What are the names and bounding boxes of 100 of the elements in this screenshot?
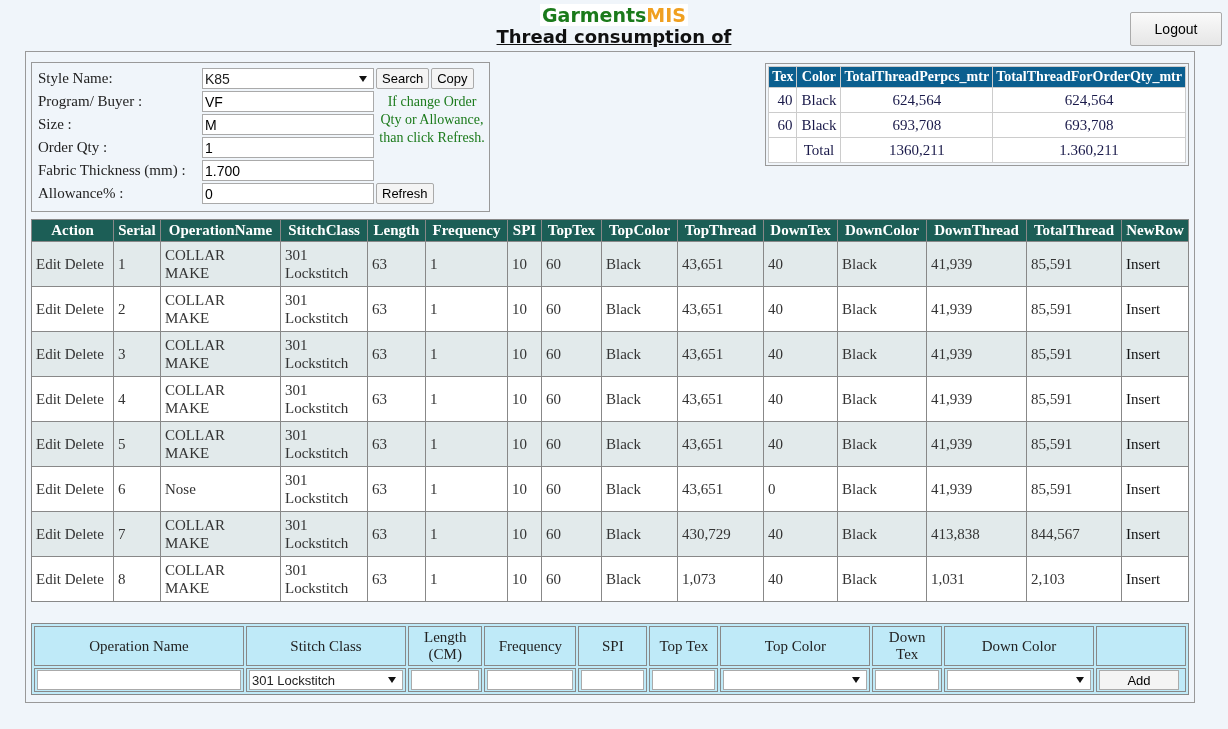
field-label: Fabric Thickness (mm) : <box>38 162 187 179</box>
table-cell-text: 693,708 <box>1063 116 1115 134</box>
table-cell-text: 1 <box>430 570 439 588</box>
column-header: TotalThread <box>1026 219 1122 242</box>
delete-link[interactable]: Delete <box>64 481 104 497</box>
table-cell-text: 430,729 <box>682 525 732 543</box>
input-field[interactable] <box>487 670 574 690</box>
insert-link[interactable]: Insert <box>1126 436 1161 452</box>
table-cell-text: 3 <box>118 345 127 363</box>
edit-link[interactable]: Edit <box>36 436 61 452</box>
table-cell-text: COLLAR MAKE <box>165 561 226 597</box>
table-cell-text: 10 <box>512 300 528 318</box>
insert-link[interactable]: Insert <box>1126 301 1161 317</box>
table-cell-text: 40 <box>768 255 784 273</box>
table-cell-text: 43,651 <box>682 345 725 363</box>
edit-link[interactable]: Edit <box>36 256 61 272</box>
input-field[interactable] <box>411 670 480 690</box>
table-cell-text: 60 <box>546 570 562 588</box>
input-field[interactable]: 1 <box>202 137 374 158</box>
table-cell-text: 301 Lockstitch <box>285 336 350 372</box>
table-cell-text: 60 <box>776 116 793 134</box>
table-cell-text: 40 <box>768 570 784 588</box>
dropdown-field[interactable] <box>723 670 868 690</box>
insert-link[interactable]: Insert <box>1126 481 1161 497</box>
table-cell-text: Black <box>842 390 878 408</box>
add-button[interactable]: Add <box>1099 670 1179 690</box>
edit-link[interactable]: Edit <box>36 481 61 497</box>
delete-link[interactable]: Delete <box>64 346 104 362</box>
search-button[interactable]: Search <box>376 68 430 89</box>
table-cell-text: 1.360,211 <box>1058 141 1120 159</box>
table-cell-text: COLLAR MAKE <box>165 336 226 372</box>
table-cell-text: 301 Lockstitch <box>285 381 350 417</box>
table-cell-text: 63 <box>372 345 388 363</box>
input-field[interactable] <box>37 670 241 690</box>
edit-link[interactable]: Edit <box>36 526 61 542</box>
input-field[interactable] <box>875 670 939 690</box>
table-cell-text: 7 <box>118 525 127 543</box>
column-header: TotalThreadForOrderQty_mtr <box>992 66 1186 88</box>
column-header: StitchClass <box>280 219 368 242</box>
table-cell-text: 1 <box>430 300 439 318</box>
table-cell-text: 1 <box>430 345 439 363</box>
column-header: DownColor <box>837 219 927 242</box>
edit-link[interactable]: Edit <box>36 391 61 407</box>
hint-text: If change Order Qty or Allowance, than click Refresh. <box>378 93 486 147</box>
table-cell: Black <box>801 116 837 134</box>
input-field[interactable]: 1.700 <box>202 160 374 181</box>
delete-link[interactable]: Delete <box>64 526 104 542</box>
delete-link[interactable]: Delete <box>64 256 104 272</box>
edit-link[interactable]: Edit <box>36 571 61 587</box>
input-field[interactable]: 0 <box>202 183 374 204</box>
edit-link[interactable]: Edit <box>36 346 61 362</box>
delete-link[interactable]: Delete <box>64 436 104 452</box>
table-cell-text: Total <box>802 141 836 159</box>
insert-link[interactable]: Insert <box>1126 346 1161 362</box>
table-cell-text: 60 <box>546 525 562 543</box>
table-cell-text: COLLAR MAKE <box>165 516 226 552</box>
delete-link[interactable]: Delete <box>64 571 104 587</box>
table-cell-text: Black <box>842 345 878 363</box>
field-label: Allowance% : <box>38 185 125 202</box>
logout-button[interactable]: Logout <box>1130 12 1222 46</box>
table-cell-text: 10 <box>512 480 528 498</box>
insert-link[interactable]: Insert <box>1126 391 1161 407</box>
edit-link[interactable]: Edit <box>36 301 61 317</box>
copy-button[interactable]: Copy <box>431 68 474 89</box>
input-field[interactable]: M <box>202 114 374 135</box>
dropdown-field[interactable]: 301 Lockstitch <box>249 670 403 690</box>
caret-icon <box>1076 677 1084 683</box>
table-cell-text: COLLAR MAKE <box>165 291 226 327</box>
delete-link[interactable]: Delete <box>64 391 104 407</box>
insert-link[interactable]: Insert <box>1126 256 1161 272</box>
table-cell-text: 85,591 <box>1031 435 1074 453</box>
input-field[interactable] <box>581 670 645 690</box>
input-field[interactable] <box>652 670 716 690</box>
table-cell-text: Black <box>606 525 642 543</box>
table-cell-text: 40 <box>768 435 784 453</box>
style-name-select[interactable]: K85 <box>202 68 374 89</box>
field-label: Style Name: <box>38 70 114 87</box>
input-field[interactable]: VF <box>202 91 374 112</box>
table-cell: Black <box>801 91 837 109</box>
dropdown-field[interactable] <box>947 670 1091 690</box>
table-cell-text: 5 <box>118 435 127 453</box>
table-cell-text: 63 <box>372 300 388 318</box>
table-cell-text: Black <box>842 480 878 498</box>
table-cell-text: Black <box>606 300 642 318</box>
table-cell-text: 60 <box>546 300 562 318</box>
refresh-button[interactable]: Refresh <box>376 183 434 204</box>
insert-link[interactable]: Insert <box>1126 571 1161 587</box>
table-cell-text: 1 <box>430 255 439 273</box>
column-header: Down Tex <box>888 629 926 662</box>
column-header: OperationName <box>160 219 281 242</box>
table-cell-text: 41,939 <box>931 390 974 408</box>
table-cell-text: 63 <box>372 570 388 588</box>
insert-link[interactable]: Insert <box>1126 526 1161 542</box>
column-header: DownThread <box>926 219 1027 242</box>
column-header: TopColor <box>601 219 678 242</box>
delete-link[interactable]: Delete <box>64 301 104 317</box>
table-cell-text: 63 <box>372 435 388 453</box>
table-cell-text: Black <box>606 345 642 363</box>
table-cell-text: 63 <box>372 525 388 543</box>
table-cell-text: 1 <box>430 390 439 408</box>
